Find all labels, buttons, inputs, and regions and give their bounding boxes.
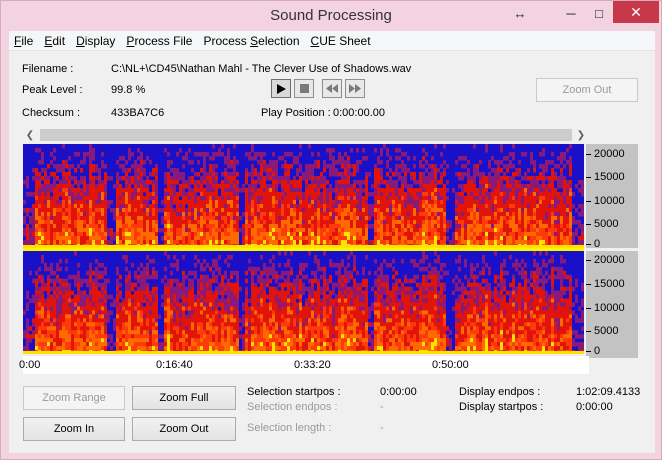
display-startpos-label: Display startpos : [459, 401, 544, 413]
selection-endpos-value: - [380, 401, 384, 413]
menu-process-selection-pre: Process [203, 34, 251, 48]
time-label-0: 0:00 [19, 359, 41, 371]
selection-length-value: - [380, 422, 384, 434]
menu-edit[interactable]: Edit [39, 31, 71, 51]
display-endpos-value: 1:02:09.4133 [576, 386, 641, 398]
play-position-label: Play Position : [261, 107, 331, 119]
ytick-bottom-5000: 5000 [585, 325, 619, 337]
display-startpos-value: 0:00:00 [576, 401, 613, 413]
frequency-axis-bottom: 20000 15000 10000 5000 0 [585, 251, 638, 358]
stop-button[interactable] [294, 79, 314, 98]
display-endpos-label: Display endpos : [459, 386, 541, 398]
peak-level-label: Peak Level : [22, 84, 83, 96]
menu-process-selection[interactable]: Process Selection [198, 31, 305, 51]
ytick-bottom-20000: 20000 [586, 254, 625, 266]
selection-startpos-value: 0:00:00 [380, 386, 417, 398]
ytick-top-5000: 5000 [585, 218, 619, 230]
zoom-range-button[interactable]: Zoom Range [23, 386, 125, 410]
ytick-bottom-0: 0 [585, 345, 601, 357]
scroll-right-icon[interactable]: ❯ [574, 128, 588, 142]
play-position-value: 0:00:00.00 [333, 107, 385, 119]
zoom-out-top-button[interactable]: Zoom Out [536, 78, 638, 102]
spectrogram[interactable]: 20000 15000 10000 5000 0 20000 15000 100… [23, 144, 638, 359]
frequency-axis-top: 20000 15000 10000 5000 0 [585, 144, 638, 250]
menu-file-label: ile [21, 34, 34, 48]
menu-display-label: isplay [84, 34, 116, 48]
checksum-label: Checksum : [22, 107, 81, 119]
selection-endpos-label: Selection endpos : [247, 401, 338, 413]
ytick-top-20000: 20000 [586, 148, 625, 160]
zoom-out-button[interactable]: Zoom Out [132, 417, 236, 441]
rewind-button[interactable] [322, 79, 342, 98]
stop-icon [299, 84, 309, 93]
menu-process-selection-label: election [258, 34, 300, 48]
menu-process-selection-accel: S [250, 34, 259, 48]
scroll-left-icon[interactable]: ❮ [23, 128, 37, 142]
scrollbar-thumb[interactable] [40, 129, 572, 141]
menu-display-accel: D [76, 34, 85, 48]
rewind-icon [326, 84, 338, 93]
fast-forward-icon [349, 84, 361, 93]
time-label-1: 0:16:40 [156, 359, 193, 371]
ytick-top-15000: 15000 [586, 171, 625, 183]
filename-label: Filename : [22, 63, 74, 75]
menu-cue-sheet-accel: C [310, 34, 320, 48]
peak-level-value: 99.8 % [111, 84, 146, 96]
fast-forward-button[interactable] [345, 79, 365, 98]
filename-value: C:\NL+\CD45\Nathan Mahl - The Clever Use… [111, 63, 412, 75]
menu-bar: File Edit Display Process File Process S… [9, 31, 655, 51]
title-bar[interactable]: Sound Processing ↔ ─ □ ✕ [1, 1, 661, 31]
menu-cue-sheet-label: UE Sheet [319, 34, 371, 48]
menu-process-file[interactable]: Process File [121, 31, 198, 51]
maximize-button[interactable]: □ [586, 3, 612, 23]
play-button[interactable] [271, 79, 291, 98]
menu-display[interactable]: Display [71, 31, 121, 51]
checksum-value: 433BA7C6 [111, 107, 165, 119]
menu-edit-label: dit [52, 34, 66, 48]
close-button[interactable]: ✕ [613, 1, 659, 23]
spectrogram-channel-left[interactable] [23, 144, 584, 248]
zoom-full-button[interactable]: Zoom Full [132, 386, 236, 410]
spectrogram-channel-right[interactable] [23, 251, 584, 354]
app-window: Sound Processing ↔ ─ □ ✕ File Edit Displ… [0, 0, 662, 460]
play-icon [277, 83, 286, 94]
menu-process-file-label: rocess File [134, 34, 193, 48]
ytick-bottom-15000: 15000 [586, 278, 625, 290]
selection-length-label: Selection length : [247, 422, 332, 434]
selection-startpos-label: Selection startpos : [247, 386, 341, 398]
minimize-button[interactable]: ─ [558, 3, 584, 23]
menu-cue-sheet[interactable]: CUE Sheet [306, 31, 377, 51]
ytick-bottom-10000: 10000 [586, 302, 625, 314]
zoom-in-button[interactable]: Zoom In [23, 417, 125, 441]
time-label-3: 0:50:00 [432, 359, 469, 371]
horizontal-scrollbar[interactable]: ❮ ❯ [23, 128, 589, 142]
client-area: File Edit Display Process File Process S… [9, 31, 655, 453]
time-ruler: 0:00 0:16:40 0:33:20 0:50:00 [19, 356, 589, 374]
ytick-top-10000: 10000 [586, 195, 625, 207]
time-label-2: 0:33:20 [294, 359, 331, 371]
ytick-top-0: 0 [585, 238, 601, 250]
resize-icon[interactable]: ↔ [509, 3, 531, 23]
menu-file[interactable]: File [9, 31, 39, 51]
